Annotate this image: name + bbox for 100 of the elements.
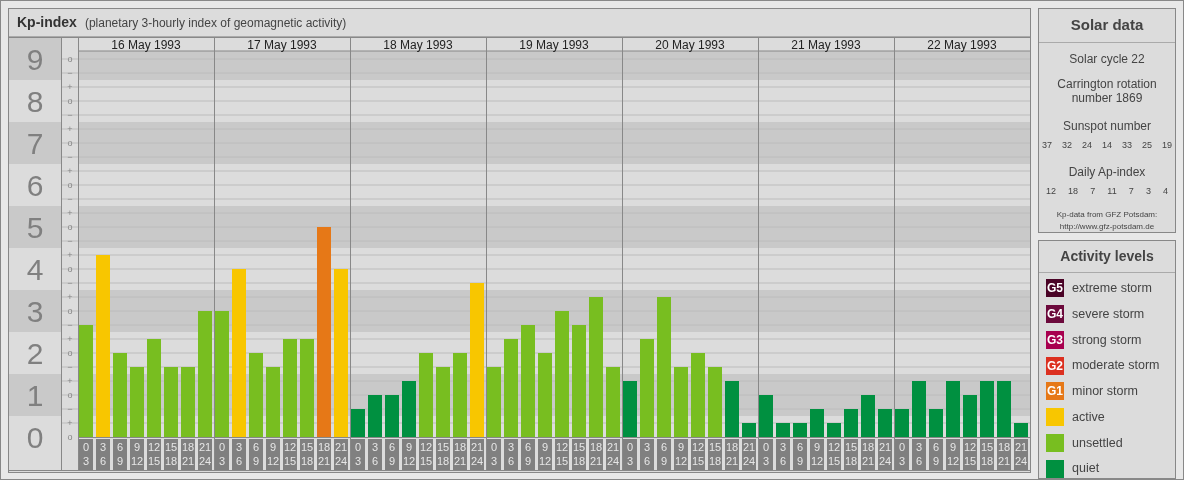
ap-value: 12: [1046, 185, 1056, 198]
kp-bar: [997, 381, 1011, 437]
time-slot-label: 9 12: [130, 439, 144, 470]
sub-level-mark: o: [67, 222, 73, 232]
ap-value: 3: [1145, 185, 1151, 198]
time-slot-label: 18 21: [589, 439, 603, 470]
time-slot-label: 3 6: [368, 439, 382, 470]
date-header: 16 May 1993: [111, 38, 181, 52]
level-badge: G4: [1046, 305, 1064, 324]
ap-value: 7: [1128, 185, 1134, 198]
time-slot-label: 3 6: [776, 439, 790, 470]
kp-level-label: 9: [26, 43, 44, 76]
kp-level-label: 0: [26, 421, 44, 454]
kp-bar: [895, 409, 909, 437]
time-slot-label: 12 15: [691, 439, 705, 470]
time-slot-label: 6 9: [929, 439, 943, 470]
kp-level-label: 1: [26, 379, 44, 412]
sub-level-mark: o: [67, 138, 73, 148]
sub-level-mark: −: [67, 362, 73, 372]
sub-level-mark: o: [67, 390, 73, 400]
sub-level-mark: +: [67, 292, 73, 302]
sunspot-value: 24: [1081, 138, 1092, 152]
kp-level-label: 4: [26, 253, 44, 286]
sub-level-mark: +: [67, 166, 73, 176]
date-header: 19 May 1993: [519, 38, 589, 52]
date-header: 21 May 1993: [791, 38, 861, 52]
time-slot-label: 18 21: [317, 439, 331, 470]
ap-index-title: Daily Ap-index: [1068, 164, 1146, 181]
level-label: extreme storm: [1072, 280, 1152, 297]
time-slot-label: 21 24: [470, 439, 484, 470]
kp-bar: [912, 381, 926, 437]
time-slot-label: 21 24: [606, 439, 620, 470]
sub-level-mark: o: [67, 432, 73, 442]
credit-link[interactable]: http://www.gfz-potsdam.de: [1059, 220, 1155, 233]
date-header: 18 May 1993: [383, 38, 453, 52]
ap-value: 7: [1090, 185, 1096, 198]
level-label: strong storm: [1072, 331, 1142, 349]
kp-bar: [776, 423, 790, 437]
panel-title: Activity levels: [1039, 241, 1175, 273]
level-label: unsettled: [1072, 434, 1123, 452]
sunspot-value: 19: [1161, 138, 1172, 152]
sub-level-mark: −: [67, 278, 73, 288]
time-slot-label: 6 9: [657, 439, 671, 470]
time-slot-label: 21 24: [878, 439, 892, 470]
kp-bar: [878, 409, 892, 437]
time-slot-label: 0 3: [895, 439, 909, 470]
kp-bar: [1014, 423, 1028, 437]
credit-text: Kp-data from GFZ Potsdam:: [1056, 208, 1158, 221]
kp-level-label: 5: [26, 211, 44, 244]
kp-bar: [827, 423, 841, 437]
sunspot-title: Sunspot number: [1062, 117, 1152, 135]
kp-bar: [793, 423, 807, 437]
sub-level-mark: −: [67, 404, 73, 414]
date-header: 20 May 1993: [655, 38, 725, 52]
time-slot-label: 12 15: [555, 439, 569, 470]
time-slot-label: 9 12: [674, 439, 688, 470]
time-slot-label: 9 12: [538, 439, 552, 470]
level-label: active: [1072, 408, 1105, 426]
ap-value: 18: [1068, 185, 1079, 198]
kp-bar: [402, 381, 416, 437]
time-slot-label: 3 6: [504, 439, 518, 470]
sub-level-mark: +: [67, 208, 73, 218]
time-slot-label: 6 9: [521, 439, 535, 470]
kp-bar: [623, 381, 637, 437]
sunspot-value: 14: [1101, 138, 1112, 152]
level-badge: G3: [1046, 330, 1064, 349]
level-label: quiet: [1072, 460, 1100, 478]
kp-bar: [436, 367, 450, 437]
sub-level-mark: o: [67, 306, 73, 316]
kp-level-label: 8: [26, 85, 44, 118]
kp-level-label: 2: [26, 337, 44, 370]
sunspot-value: 33: [1121, 138, 1132, 152]
time-slot-label: 0 3: [79, 439, 93, 470]
level-label: minor storm: [1072, 383, 1138, 400]
kp-bar: [164, 367, 178, 437]
sunspot-value: 25: [1141, 138, 1152, 152]
sub-level-mark: −: [67, 194, 73, 204]
kp-level-label: 3: [26, 295, 44, 328]
time-slot-label: 0 3: [759, 439, 773, 470]
kp-bar: [385, 395, 399, 437]
time-slot-label: 3 6: [96, 439, 110, 470]
time-slot-label: 6 9: [793, 439, 807, 470]
kp-bar: [725, 381, 739, 437]
kp-bar: [742, 423, 756, 437]
time-slot-label: 6 9: [385, 439, 399, 470]
kp-bar: [946, 381, 960, 437]
time-slot-label: 9 12: [266, 439, 280, 470]
date-header: 22 May 1993: [927, 38, 997, 52]
sub-level-mark: −: [67, 152, 73, 162]
sub-level-mark: +: [67, 334, 73, 344]
kp-bar: [266, 367, 280, 437]
time-slot-label: 18 21: [181, 439, 195, 470]
time-slot-label: 3 6: [640, 439, 654, 470]
time-slot-label: 12 15: [963, 439, 977, 470]
kp-bar: [759, 395, 773, 437]
time-slot-label: 12 15: [147, 439, 161, 470]
time-slot-label: 15 18: [300, 439, 314, 470]
kp-bar: [929, 409, 943, 437]
kp-bar: [844, 409, 858, 437]
time-slot-label: 15 18: [436, 439, 450, 470]
